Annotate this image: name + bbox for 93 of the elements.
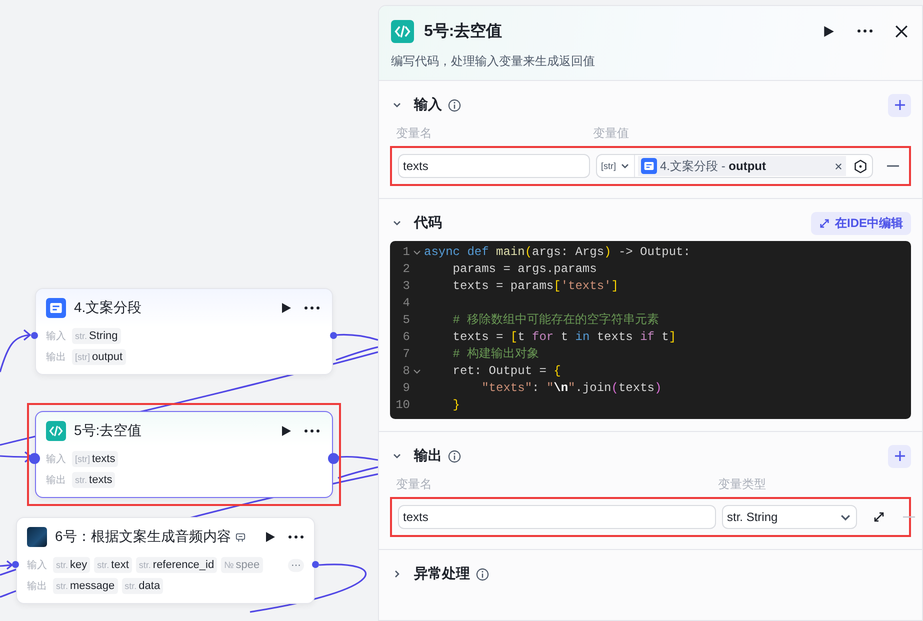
workflow-node[interactable]: 4.文案分段 输入 str. String 输出 [str] output bbox=[35, 288, 333, 375]
code-line: params = args.params bbox=[452, 261, 597, 278]
port-label: 输出 bbox=[46, 350, 67, 364]
close-icon[interactable] bbox=[893, 22, 910, 40]
code-line: texts = params['texts'] bbox=[452, 278, 618, 295]
plugin-image bbox=[27, 527, 47, 547]
variable-tag: str. reference_id bbox=[136, 557, 218, 573]
reference-chip[interactable]: 4.文案分段 - output bbox=[638, 156, 846, 176]
node-title: 4.文案分段 bbox=[74, 299, 142, 317]
line-number: 5 bbox=[402, 312, 410, 329]
variable-tag: str. text bbox=[94, 557, 132, 573]
section-title: 异常处理 bbox=[414, 565, 470, 583]
info-icon bbox=[476, 568, 489, 580]
column-label: 变量值 bbox=[593, 125, 629, 142]
variable-tag: [str] output bbox=[72, 349, 126, 365]
more-icon[interactable] bbox=[286, 533, 306, 541]
variable-tag: str. key bbox=[53, 557, 90, 573]
variable-tag: № spee bbox=[221, 557, 263, 573]
connector-arrow bbox=[0, 560, 14, 570]
column-label: 变量类型 bbox=[718, 476, 766, 493]
line-number: 3 bbox=[402, 278, 410, 295]
section-title: 输入 bbox=[414, 96, 442, 114]
code-line: texts = [t for t in texts if t] bbox=[452, 329, 676, 346]
line-number: 7 bbox=[402, 346, 410, 363]
text-icon bbox=[641, 158, 657, 174]
plus-icon bbox=[894, 450, 906, 462]
add-button[interactable] bbox=[888, 444, 911, 468]
column-label: 变量名 bbox=[396, 125, 433, 142]
more-icon[interactable] bbox=[302, 427, 322, 435]
code-line: # 构建输出对象 bbox=[452, 346, 540, 363]
line-number: 10 bbox=[394, 397, 410, 414]
add-button[interactable] bbox=[888, 94, 911, 116]
variable-tag: str. String bbox=[72, 328, 121, 344]
variable-tag: str. data bbox=[122, 578, 164, 594]
column-label: 变量名 bbox=[396, 476, 433, 493]
code-line: } bbox=[452, 397, 460, 414]
variable-tag: str. texts bbox=[72, 472, 116, 488]
expand-icon bbox=[818, 218, 830, 228]
connector-line bbox=[0, 590, 16, 598]
clear-icon[interactable] bbox=[833, 162, 843, 170]
port-label: 输出 bbox=[46, 474, 67, 487]
code-line: async def main(args: Args) -> Output: bbox=[424, 244, 690, 261]
code-line: "texts": "\n".join(texts) bbox=[480, 380, 662, 397]
connector-arrow bbox=[0, 451, 32, 463]
port-dot[interactable] bbox=[312, 561, 319, 568]
port-label: 输入 bbox=[27, 558, 48, 572]
panel-description: 编写代码，处理输入变量来生成返回值 bbox=[391, 53, 596, 70]
plus-icon bbox=[894, 99, 906, 111]
caret-icon bbox=[620, 161, 630, 171]
line-number: 8 bbox=[402, 363, 410, 380]
connector-line bbox=[336, 334, 378, 341]
port-dot[interactable] bbox=[330, 332, 337, 339]
port-dot[interactable] bbox=[29, 453, 40, 464]
line-number: 6 bbox=[402, 329, 410, 346]
port-label: 输入 bbox=[46, 330, 67, 343]
code-line: # 移除数组中可能存在的空字符串元素 bbox=[452, 312, 660, 329]
code-icon bbox=[46, 421, 66, 441]
node-title: 6号：根据文案生成音频内容 bbox=[55, 528, 231, 546]
more-icon[interactable] bbox=[302, 304, 322, 312]
variable-value-field[interactable]: [str] 4.文案分段 - output bbox=[596, 154, 873, 178]
variable-type-select[interactable]: str. String bbox=[722, 505, 857, 529]
workflow-node[interactable]: 6号：根据文案生成音频内容 输入 str. key str. text str. reference_id № spee ··· 输出 str. message str. data bbox=[16, 517, 315, 604]
edit-in-ide-button[interactable]: 在IDE中编辑 bbox=[810, 212, 911, 234]
connector-arrow bbox=[0, 329, 32, 372]
node-title: 5号:去空值 bbox=[74, 422, 142, 440]
variable-tag: [str] texts bbox=[72, 451, 118, 467]
port-dot[interactable] bbox=[12, 561, 19, 568]
line-number: 2 bbox=[402, 261, 410, 278]
more-button[interactable]: ··· bbox=[288, 558, 304, 572]
type-selector[interactable]: [str] bbox=[597, 155, 635, 177]
text-icon bbox=[46, 298, 66, 318]
code-line: ret: Output = { bbox=[452, 363, 561, 380]
section-title: 输出 bbox=[414, 447, 442, 465]
line-number: 9 bbox=[402, 380, 410, 397]
variable-name-field[interactable]: texts bbox=[398, 154, 590, 178]
line-number: 4 bbox=[402, 295, 410, 312]
more-icon[interactable] bbox=[855, 27, 875, 35]
section-title: 代码 bbox=[414, 214, 442, 232]
variable-name-field[interactable]: texts bbox=[398, 505, 716, 529]
port-dot[interactable] bbox=[328, 453, 339, 464]
reference-text: 4.文案分段 - output bbox=[660, 158, 766, 174]
variable-tag: str. message bbox=[53, 578, 118, 594]
line-number: 1 bbox=[402, 244, 410, 261]
robot-icon bbox=[234, 532, 246, 542]
info-icon bbox=[448, 450, 461, 462]
port-dot[interactable] bbox=[31, 332, 38, 339]
workflow-node[interactable]: 5号:去空值 输入 [str] texts 输出 str. texts bbox=[35, 411, 333, 498]
port-label: 输入 bbox=[46, 452, 67, 466]
port-label: 输出 bbox=[27, 580, 48, 593]
code-editor[interactable] bbox=[390, 241, 911, 419]
panel-title: 5号:去空值 bbox=[424, 21, 502, 42]
code-icon bbox=[391, 20, 414, 42]
info-icon bbox=[448, 98, 461, 112]
